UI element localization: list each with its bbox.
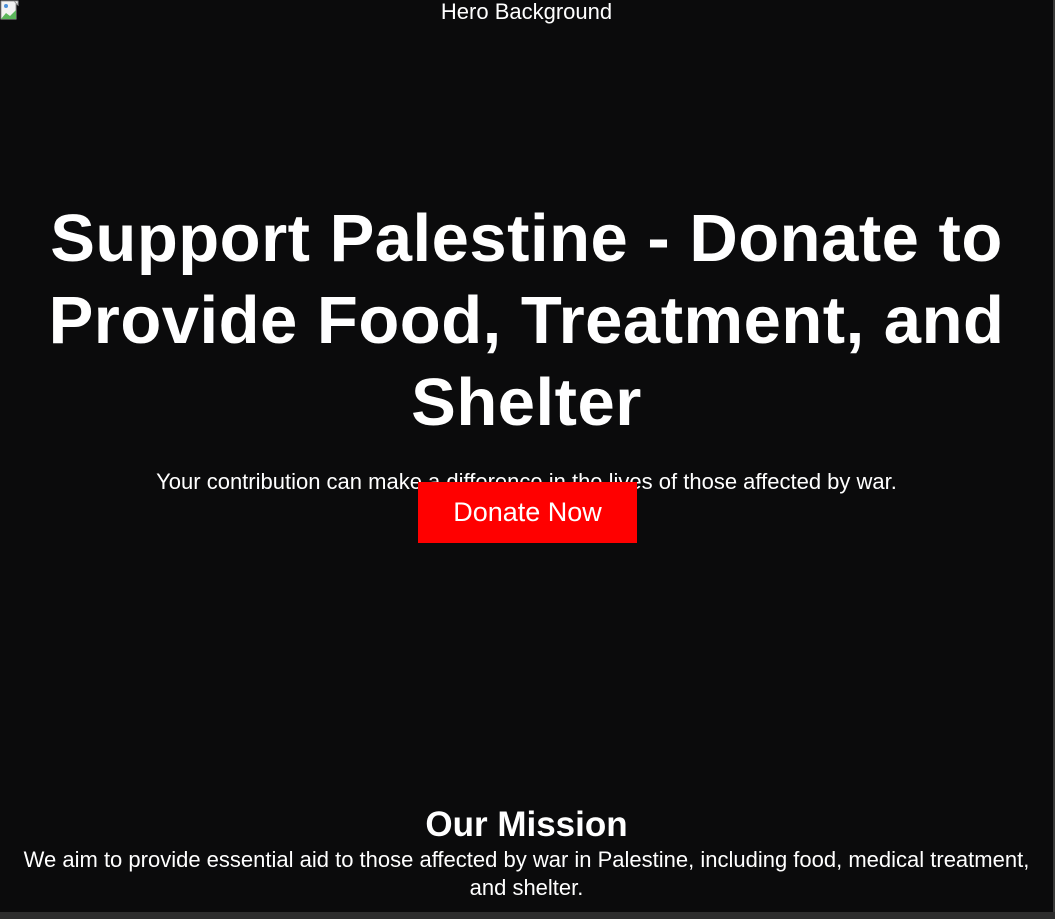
page: Hero Background Support Palestine - Dona… bbox=[0, 0, 1055, 912]
donate-now-button[interactable]: Donate Now bbox=[418, 482, 637, 543]
hero-title: Support Palestine - Donate to Provide Fo… bbox=[48, 201, 1005, 440]
hero-background-image-alt: Hero Background bbox=[440, 0, 613, 24]
mission-title: Our Mission bbox=[425, 805, 628, 844]
mission-text: We aim to provide essential aid to those… bbox=[23, 847, 1030, 900]
